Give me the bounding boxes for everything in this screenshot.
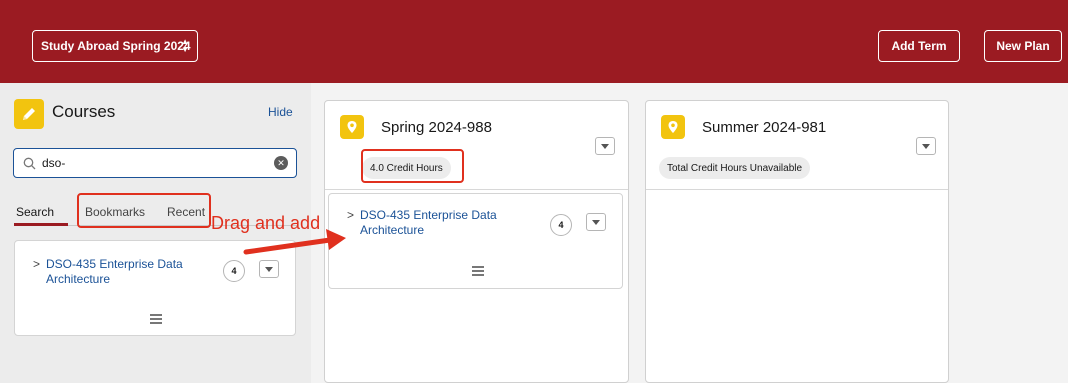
add-term-button[interactable]: Add Term [878,30,960,62]
credit-badge: 4 [550,214,572,236]
pencil-icon [14,99,44,129]
term-title: Spring 2024-988 [381,119,492,136]
courses-title: Courses [52,102,116,121]
location-pin-icon [340,115,364,139]
term-course-card[interactable]: > DSO-435 Enterprise Data Architecture 4 [328,193,623,289]
annotation-drag-label: Drag and add [211,213,321,233]
chevron-right-icon[interactable]: > [33,257,40,271]
plan-select[interactable]: Study Abroad Spring 2024 ▲ ▼ [32,30,198,62]
new-plan-button[interactable]: New Plan [984,30,1062,62]
clear-icon[interactable]: ✕ [274,156,288,170]
course-name-link[interactable]: DSO-435 Enterprise Data Architecture [46,257,183,287]
search-input[interactable] [42,154,262,172]
term-header-divider [325,189,628,190]
course-menu-button[interactable] [586,213,606,231]
location-pin-icon [661,115,685,139]
chevron-down-icon [922,143,930,149]
chevron-right-icon[interactable]: > [347,208,354,222]
drag-handle-icon[interactable] [472,266,484,278]
course-search-field[interactable]: ✕ [13,148,297,178]
term-menu-button[interactable] [916,137,936,155]
term-header-divider [646,189,948,190]
chevron-down-icon [265,266,273,272]
sort-updown-icon: ▲ ▼ [181,37,189,54]
credit-badge: 4 [223,260,245,282]
term-menu-button[interactable] [595,137,615,155]
drag-handle-icon[interactable] [150,314,162,326]
search-icon [23,157,36,170]
plan-select-label: Study Abroad Spring 2024 [41,39,191,53]
search-result-card[interactable]: > DSO-435 Enterprise Data Architecture 4 [14,240,296,336]
annotation-highlight-tabs [77,193,211,228]
credit-hours-pill: Total Credit Hours Unavailable [659,157,811,179]
hide-link[interactable]: Hide [268,105,293,119]
term-column-summer: Summer 2024-981 Total Credit Hours Unava… [645,100,949,383]
course-menu-button[interactable] [259,260,279,278]
chevron-down-icon [601,143,609,149]
active-tab-indicator [14,223,68,226]
top-bar: Study Abroad Spring 2024 ▲ ▼ Add Term New… [0,0,1068,83]
chevron-down-icon [592,219,600,225]
annotation-highlight-credits [361,149,464,183]
course-name-link[interactable]: DSO-435 Enterprise Data Architecture [360,208,497,238]
tab-search[interactable]: Search [16,205,54,219]
term-title: Summer 2024-981 [702,119,827,136]
